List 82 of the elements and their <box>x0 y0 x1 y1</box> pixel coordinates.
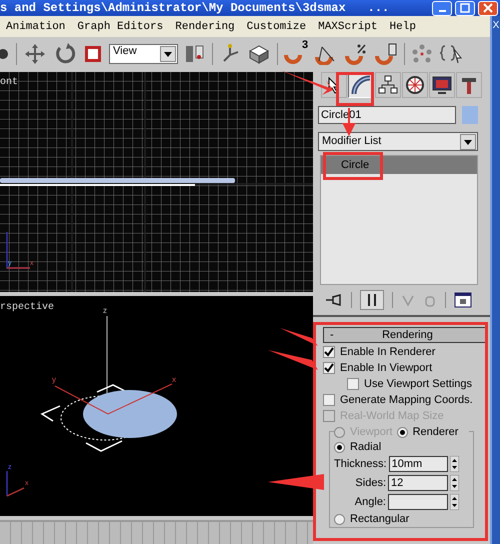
scale-icon[interactable] <box>83 44 103 64</box>
close-button[interactable] <box>478 0 498 16</box>
menu-item[interactable]: Help <box>390 20 416 32</box>
annotation-arrow <box>280 70 333 95</box>
radio-label: Rectangular <box>350 513 410 525</box>
object-color-swatch[interactable] <box>462 106 478 124</box>
checkbox[interactable] <box>323 346 335 358</box>
maximize-icon <box>460 3 470 13</box>
braces-icon[interactable] <box>439 42 464 64</box>
hierarchy-tab[interactable] <box>375 72 401 98</box>
modifier-list-dropdown[interactable]: Modifier List <box>318 132 478 151</box>
radio-button[interactable] <box>396 426 408 438</box>
checkbox-label: Enable In Viewport <box>340 362 432 374</box>
axis-label: y <box>52 375 56 384</box>
highlight-frame <box>336 72 374 106</box>
spinner-arrows-icon[interactable] <box>450 494 459 510</box>
snap-mode-label: 3 <box>302 38 308 50</box>
maximize-button[interactable] <box>455 0 475 16</box>
radio-label: Renderer <box>412 426 458 438</box>
annotation-arrow <box>268 350 318 370</box>
title-ellipsis: ... <box>368 1 390 15</box>
minimize-button[interactable] <box>432 0 452 16</box>
spinner-arrows-icon[interactable] <box>450 475 459 491</box>
menu-item[interactable]: Graph Editors <box>77 20 164 32</box>
spinner-snap-icon[interactable] <box>374 42 398 64</box>
parameter-label: Sides: <box>355 477 386 489</box>
move-icon[interactable] <box>23 42 47 66</box>
axis-tripod-icon <box>6 471 24 497</box>
show-end-result-icon[interactable] <box>360 290 384 310</box>
radio-label: Radial <box>350 441 382 453</box>
checkbox-label: Generate Mapping Coords. <box>340 394 473 406</box>
arc-icon <box>351 75 371 95</box>
menu-item[interactable]: Rendering <box>175 20 235 32</box>
wheel-icon <box>405 75 425 95</box>
menu-item[interactable]: MAXScript <box>318 20 378 32</box>
percent-snap-icon[interactable] <box>344 42 368 64</box>
collapse-toggle[interactable]: - <box>324 329 350 341</box>
rollout-title: Rendering <box>381 329 434 341</box>
axis-label: z <box>103 306 107 315</box>
pin-icon[interactable] <box>325 293 343 307</box>
axis-tripod-icon <box>6 232 30 269</box>
parameter-label: Angle: <box>354 496 386 508</box>
checkbox-label: Use Viewport Settings <box>364 378 472 390</box>
parameter-label: Thickness: <box>334 458 387 470</box>
annotation-arrow <box>268 474 324 490</box>
parameter-field[interactable]: 12 <box>388 475 448 491</box>
checkbox[interactable] <box>323 362 335 374</box>
parameter-field[interactable]: 10mm <box>388 456 448 472</box>
motion-tab[interactable] <box>402 72 428 98</box>
radio-button[interactable] <box>334 442 345 452</box>
monitor-icon <box>432 75 452 95</box>
parameter-field[interactable] <box>388 494 448 510</box>
hierarchy-icon <box>378 75 398 95</box>
menu-item[interactable]: Animation <box>6 20 66 32</box>
rollout-header[interactable]: - Rendering <box>323 327 486 343</box>
menu-item[interactable]: Customize <box>246 20 306 32</box>
configure-sets-icon[interactable] <box>454 292 472 308</box>
stack-item[interactable]: Circle <box>321 156 477 174</box>
highlight-frame <box>323 152 383 180</box>
caret-icon <box>160 46 176 62</box>
checkbox[interactable] <box>323 394 335 406</box>
minimize-icon <box>438 10 446 12</box>
checkbox-label: Enable In Renderer <box>340 346 436 358</box>
pivot-icon[interactable] <box>184 42 206 64</box>
axis-label: x <box>172 375 176 384</box>
caret-icon <box>460 134 476 150</box>
close-icon <box>483 3 493 13</box>
rotate-icon[interactable] <box>53 42 77 66</box>
spinner-arrows-icon[interactable] <box>450 456 459 472</box>
display-tab[interactable] <box>429 72 455 98</box>
window-title: s and Settings\Administrator\My Documents\3dsmax <box>0 1 346 15</box>
radio-button[interactable] <box>334 514 345 524</box>
checkbox[interactable] <box>347 378 359 390</box>
reference-dropdown[interactable]: View <box>109 44 178 64</box>
utilities-tab[interactable] <box>456 72 482 98</box>
hammer-icon <box>459 75 479 95</box>
annotation-arrow <box>280 328 318 346</box>
box-icon[interactable] <box>247 42 271 64</box>
viewport-label: ont <box>0 77 18 88</box>
desktop-icon-label: X <box>492 20 500 31</box>
viewport-label: rspective <box>0 302 54 313</box>
dots-icon[interactable] <box>411 42 434 64</box>
